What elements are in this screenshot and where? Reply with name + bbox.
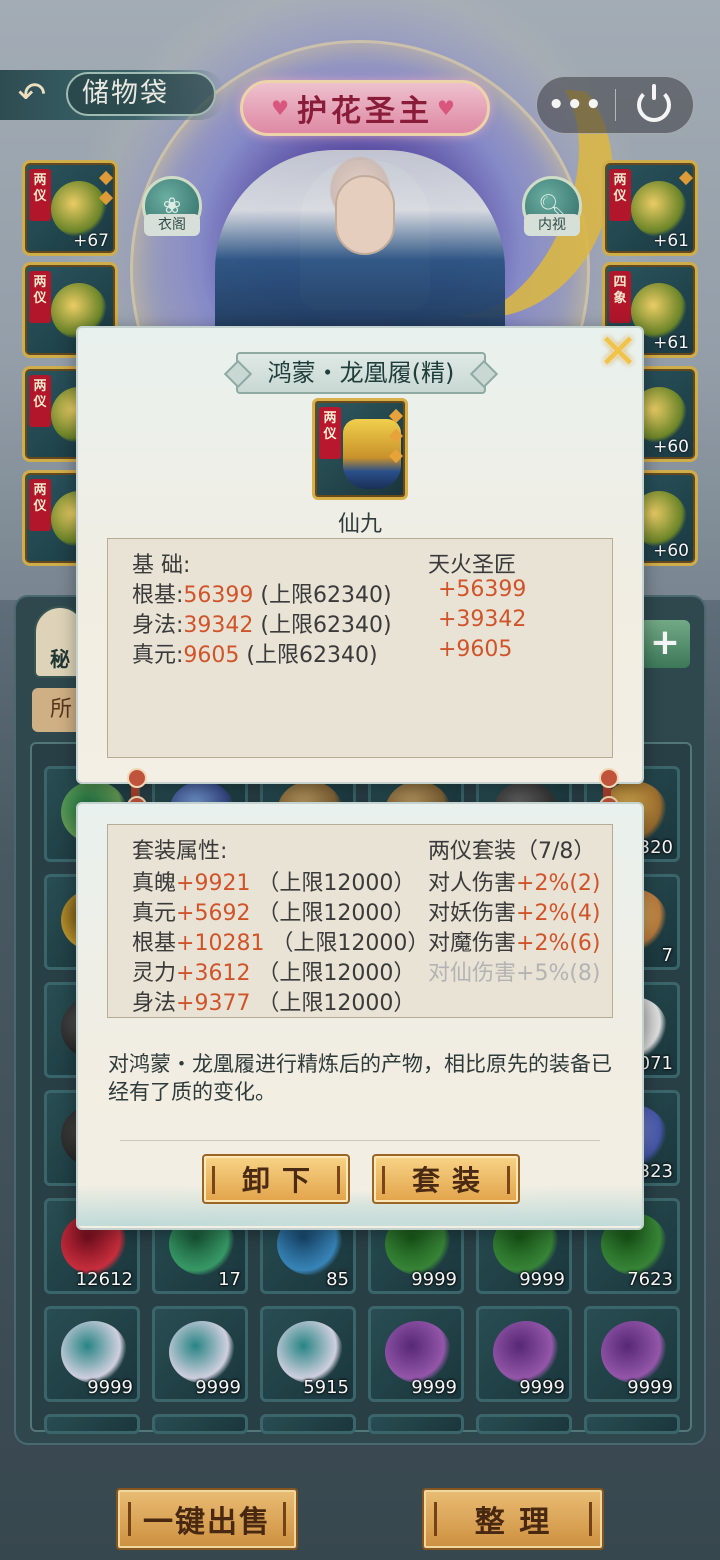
unequip-button[interactable]: 卸下	[202, 1154, 350, 1204]
stat-row: 根基:56399 (上限62340)	[132, 577, 392, 608]
stat-label: 真魄	[132, 871, 177, 896]
bonus-value: +2%(4)	[516, 901, 601, 926]
set-bonus-row: 对妖伤害+2%(4)	[428, 895, 601, 926]
close-icon[interactable]: ✕	[596, 328, 640, 376]
set-stats-box: 套装属性: 两仪套装（7/8） 真魄+9921 （上限12000） 真元+569…	[107, 824, 613, 1018]
set-bonus-row: 对魔伤害+2%(6)	[428, 925, 601, 956]
bonus-value: +2%(2)	[516, 871, 601, 896]
forge-title: 天火圣匠	[428, 553, 517, 578]
forge-bonus: +56399	[438, 577, 527, 602]
set-stat-row: 身法+9377 （上限12000）	[132, 985, 416, 1016]
set-stat-row: 真魄+9921 （上限12000）	[132, 865, 416, 896]
bonus-label: 对仙伤害	[428, 961, 517, 986]
base-header: 基 础:	[132, 553, 191, 578]
stat-label: 灵力	[132, 961, 177, 986]
set-header: 套装属性:	[132, 839, 228, 864]
set-bonus-row: 对人伤害+2%(2)	[428, 865, 601, 896]
stat-label: 真元	[132, 901, 177, 926]
set-stat-row: 根基+10281 （上限12000）	[132, 925, 430, 956]
stat-label: 身法	[132, 991, 177, 1016]
stat-label: 根基:	[132, 583, 184, 608]
stat-value: 56399	[183, 583, 254, 608]
stat-label: 根基	[132, 931, 177, 956]
set-tag: 两仪	[319, 407, 341, 459]
stat-cap: (上限62340)	[239, 643, 378, 668]
stat-cap: (上限62340)	[253, 613, 392, 638]
divider	[120, 1140, 600, 1141]
bonus-label: 对魔伤害	[428, 931, 517, 956]
stat-value: 39342	[183, 613, 254, 638]
stat-cap: （上限12000）	[250, 961, 416, 986]
bonus-label: 对妖伤害	[428, 901, 517, 926]
base-stats-box: 基 础: 天火圣匠 根基:56399 (上限62340) +56399 身法:3…	[107, 538, 613, 758]
stat-row: 身法:39342 (上限62340)	[132, 607, 392, 638]
set-progress: 两仪套装（7/8）	[428, 839, 596, 864]
stat-value: +3612	[176, 961, 251, 986]
stat-cap: （上限12000）	[250, 991, 416, 1016]
stat-label: 真元:	[132, 643, 184, 668]
bonus-label: 对人伤害	[428, 871, 517, 896]
set-stat-row: 灵力+3612 （上限12000）	[132, 955, 416, 986]
bonus-value: +5%(8)	[516, 961, 601, 986]
stat-label: 身法:	[132, 613, 184, 638]
stat-cap: （上限12000）	[250, 901, 416, 926]
stat-value: +9921	[176, 871, 251, 896]
stat-value: 9605	[183, 643, 240, 668]
stat-value: +10281	[176, 931, 265, 956]
stat-value: +5692	[176, 901, 251, 926]
item-icon: 两仪	[312, 398, 408, 500]
bonus-value: +2%(6)	[516, 931, 601, 956]
item-grade: 仙九	[337, 512, 382, 537]
forge-bonus: +9605	[438, 637, 513, 662]
stat-cap: （上限12000）	[264, 931, 430, 956]
item-name: 鸿蒙・龙凰履(精)	[236, 352, 486, 394]
stat-cap: （上限12000）	[250, 871, 416, 896]
wave-decoration	[78, 1176, 642, 1226]
set-stat-row: 真元+5692 （上限12000）	[132, 895, 416, 926]
set-bonus-row-inactive: 对仙伤害+5%(8)	[428, 955, 601, 986]
set-button[interactable]: 套装	[372, 1154, 520, 1204]
stat-row: 真元:9605 (上限62340)	[132, 637, 378, 668]
item-description: 对鸿蒙・龙凰履进行精炼后的产物，相比原先的装备已经有了质的变化。	[108, 1052, 612, 1104]
forge-bonus: +39342	[438, 607, 527, 632]
stat-cap: (上限62340)	[253, 583, 392, 608]
stat-value: +9377	[176, 991, 251, 1016]
